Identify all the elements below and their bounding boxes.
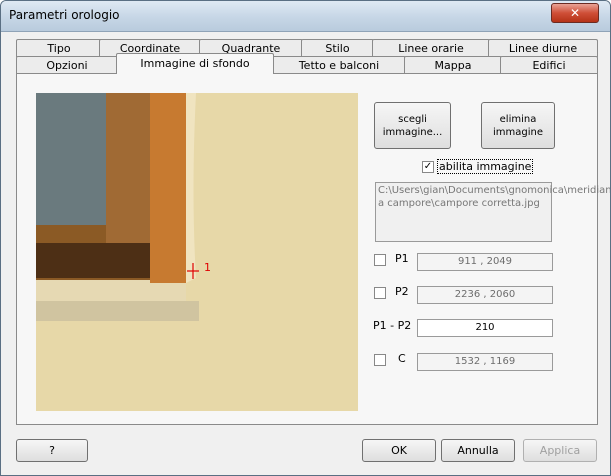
tab-immagine-di-sfondo[interactable]: Immagine di sfondo [116,53,274,74]
tab-tipo[interactable]: Tipo [16,39,102,57]
close-button[interactable]: ✕ [551,3,599,23]
p1-field: 911 , 2049 [417,253,553,271]
enable-image-label: abilita immagine [437,159,534,174]
choose-image-label: scegli immagine... [382,114,443,138]
close-icon: ✕ [569,6,581,20]
marker-label: 1 [204,263,211,274]
p2-label: P2 [395,285,409,298]
dialog-window: Parametri orologio ✕ Tipo Coordinate Qua… [0,0,611,476]
remove-image-button[interactable]: elimina immagine [481,102,555,149]
c-checkbox[interactable] [374,354,386,366]
help-button[interactable]: ? [16,439,88,462]
p2-checkbox[interactable] [374,287,386,299]
p1-label: P1 [395,252,409,265]
title-bar: Parametri orologio ✕ [1,1,610,32]
apply-button[interactable]: Applica [523,439,597,462]
remove-image-label: elimina immagine [492,114,543,138]
p1-checkbox[interactable] [374,254,386,266]
distance-label: P1 - P2 [373,319,412,332]
background-image-preview[interactable]: 1 [36,93,358,411]
cancel-button[interactable]: Annulla [441,439,515,462]
ok-button[interactable]: OK [362,439,436,462]
tab-edifici[interactable]: Edifici [500,56,598,74]
tab-stilo[interactable]: Stilo [301,39,374,57]
window-title: Parametri orologio [9,8,120,22]
choose-image-button[interactable]: scegli immagine... [374,102,451,149]
tab-mappa[interactable]: Mappa [404,56,502,74]
tab-linee-diurne[interactable]: Linee diurne [488,39,598,57]
wall-window-photo [36,93,358,411]
tab-tetto-e-balconi[interactable]: Tetto e balconi [272,56,406,74]
p2-field: 2236 , 2060 [417,286,553,304]
enable-image-checkbox[interactable]: ✓ [422,161,434,173]
c-field: 1532 , 1169 [417,353,553,371]
tab-opzioni[interactable]: Opzioni [16,56,118,74]
tab-linee-orarie[interactable]: Linee orarie [372,39,490,57]
point-marker-icon: 1 [187,263,211,279]
distance-input[interactable]: 210 [417,319,553,337]
image-path-field: C:\Users\gian\Documents\gnomonica\meridi… [375,182,610,242]
c-label: C [398,352,406,365]
